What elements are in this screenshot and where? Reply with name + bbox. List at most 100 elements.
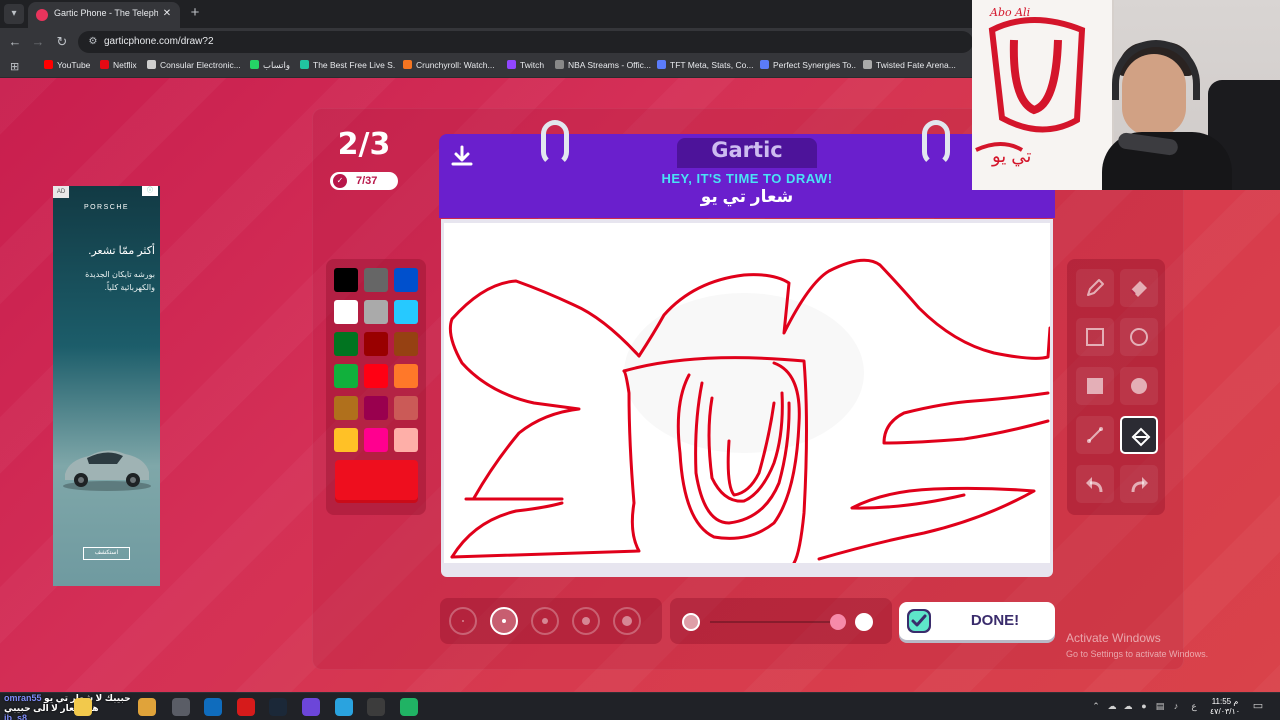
pencil-tool[interactable] <box>1076 269 1114 307</box>
brush-size-2[interactable] <box>490 607 518 635</box>
address-bar[interactable]: ⚙ garticphone.com/draw?2 <box>78 31 973 53</box>
system-clock[interactable]: 11:55 م ٤٧/٠٣/١٠ <box>1208 697 1242 717</box>
site-info-icon[interactable]: ⚙ <box>86 35 100 49</box>
bookmark-netflix[interactable]: Netflix <box>100 60 146 74</box>
volume-icon[interactable]: ♪ <box>1170 700 1182 712</box>
apps-grid-icon[interactable]: ⊞ <box>10 60 24 74</box>
ellipse-outline-tool[interactable] <box>1120 318 1158 356</box>
steam-icon[interactable] <box>269 698 287 716</box>
brush-size-3[interactable] <box>531 607 559 635</box>
download-icon[interactable] <box>449 144 475 170</box>
color-swatch[interactable] <box>334 364 358 388</box>
color-palette <box>326 259 426 515</box>
current-color[interactable] <box>335 460 418 503</box>
color-swatch[interactable] <box>364 364 388 388</box>
color-swatch[interactable] <box>394 364 418 388</box>
back-arrow-icon[interactable]: ← <box>6 33 24 51</box>
color-swatch[interactable] <box>394 268 418 292</box>
bookmark-whatsapp[interactable]: واتساب <box>250 60 296 74</box>
store-icon[interactable] <box>172 698 190 716</box>
car-image <box>63 450 151 491</box>
canvas-watermark-logo <box>624 293 864 453</box>
file-explorer-icon[interactable] <box>138 698 156 716</box>
color-swatch[interactable] <box>334 332 358 356</box>
network-icon[interactable]: ▤ <box>1154 700 1166 712</box>
color-swatch[interactable] <box>364 396 388 420</box>
brush-size-1[interactable] <box>449 607 477 635</box>
bookmark-youtube[interactable]: YouTube <box>44 60 98 74</box>
drawing-canvas[interactable] <box>444 223 1050 563</box>
bookmark-twisted-fate[interactable]: Twisted Fate Arena... <box>863 60 959 74</box>
notebook-ring-right <box>922 120 950 166</box>
opacity-low-icon <box>682 613 700 631</box>
notifications-icon[interactable]: ▭ <box>1252 700 1264 712</box>
redo-tool[interactable] <box>1120 465 1158 503</box>
color-swatch[interactable] <box>364 428 388 452</box>
ellipse-filled-tool[interactable] <box>1120 367 1158 405</box>
rectangle-outline-tool[interactable] <box>1076 318 1114 356</box>
bookmark-label: NBA Streams - Offic... <box>568 60 651 70</box>
porsche-ad[interactable]: AD ⓘ PORSCHE أكثر ممّا تشعر. بورشه تايكا… <box>53 186 160 586</box>
tab-search-icon[interactable]: ▾ <box>4 4 24 24</box>
forward-arrow-icon[interactable]: → <box>29 33 47 51</box>
rectangle-filled-tool[interactable] <box>1076 367 1114 405</box>
twisted-fate-icon <box>863 60 872 69</box>
close-tab-icon[interactable]: ✕ <box>160 7 174 21</box>
bookmark-tft-meta[interactable]: TFT Meta, Stats, Co... <box>657 60 753 74</box>
discord-icon[interactable] <box>302 698 320 716</box>
color-swatch[interactable] <box>334 300 358 324</box>
ad-explore-button[interactable]: استكشف <box>83 547 130 560</box>
bookmark-live-stream[interactable]: The Best Free Live S... <box>300 60 396 74</box>
bookmark-synergies[interactable]: Perfect Synergies To... <box>760 60 856 74</box>
ellipse-outline-icon <box>1130 328 1148 346</box>
bookmark-label: TFT Meta, Stats, Co... <box>670 60 753 70</box>
fill-bucket-tool[interactable] <box>1120 416 1158 454</box>
color-swatch[interactable] <box>334 396 358 420</box>
undo-tool[interactable] <box>1076 465 1114 503</box>
eraser-tool[interactable] <box>1120 269 1158 307</box>
bookmark-label: YouTube <box>57 60 91 70</box>
bookmark-crunchyroll[interactable]: Crunchyroll: Watch... <box>403 60 499 74</box>
bookmark-nba[interactable]: NBA Streams - Offic... <box>555 60 651 74</box>
done-button[interactable]: DONE! <box>899 602 1055 640</box>
consular-icon <box>147 60 156 69</box>
color-swatch[interactable] <box>334 428 358 452</box>
show-hidden-icons[interactable]: ⌃ <box>1090 700 1102 712</box>
telegram-icon[interactable] <box>335 698 353 716</box>
color-swatch[interactable] <box>394 300 418 324</box>
ad-badge: AD <box>53 186 69 198</box>
color-swatch[interactable] <box>394 396 418 420</box>
chrome-icon[interactable] <box>74 698 92 716</box>
players-count: 7/37 <box>356 175 378 187</box>
ad-body: بورشه تايكان الجديدة والكهربائية كلياً. <box>85 270 155 292</box>
4k-downloader-icon[interactable] <box>367 698 385 716</box>
color-swatch[interactable] <box>364 332 388 356</box>
app-icon[interactable] <box>237 698 255 716</box>
drawing-strokes <box>448 258 1050 563</box>
reload-icon[interactable]: ↻ <box>53 33 71 51</box>
color-swatch[interactable] <box>394 332 418 356</box>
onedrive-icon[interactable]: ☁ <box>1106 700 1118 712</box>
new-tab-button[interactable]: + <box>186 5 204 23</box>
bookmark-label: The Best Free Live S... <box>313 60 396 70</box>
bookmark-consular[interactable]: Consular Electronic... <box>147 60 245 74</box>
language-icon[interactable]: ع <box>1188 700 1200 712</box>
opacity-handle[interactable] <box>830 614 846 630</box>
microphone-icon[interactable]: ● <box>1138 700 1150 712</box>
webcam-overlay: Abo Ali تي يو <box>972 0 1280 190</box>
bookmark-twitch[interactable]: Twitch <box>507 60 551 74</box>
cloud-sync-icon[interactable]: ☁ <box>1122 700 1134 712</box>
outlook-icon[interactable] <box>204 698 222 716</box>
green-app-icon[interactable] <box>400 698 418 716</box>
line-tool[interactable] <box>1076 416 1114 454</box>
opacity-track[interactable] <box>710 621 838 623</box>
color-swatch[interactable] <box>334 268 358 292</box>
brush-size-4[interactable] <box>572 607 600 635</box>
color-swatch[interactable] <box>364 268 388 292</box>
tab-gartic-phone[interactable]: Gartic Phone - The Telephone G ✕ <box>28 2 180 28</box>
opacity-slider[interactable] <box>670 598 892 644</box>
brush-size-5[interactable] <box>613 607 641 635</box>
color-swatch[interactable] <box>364 300 388 324</box>
color-swatch[interactable] <box>394 428 418 452</box>
ad-info-icon[interactable]: ⓘ <box>142 186 158 196</box>
